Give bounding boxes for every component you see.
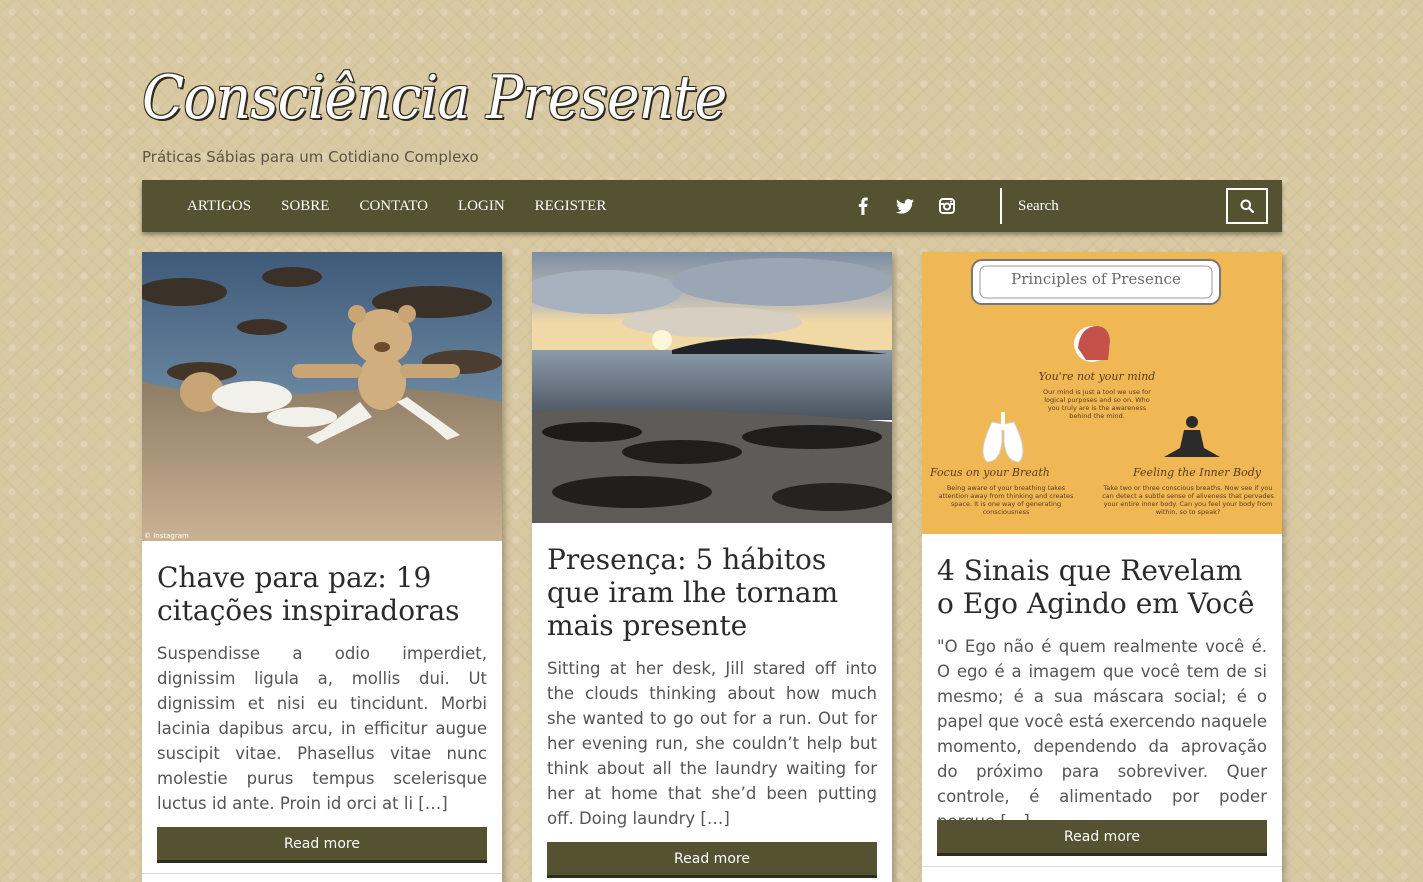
nav-divider [1000,188,1002,224]
post-excerpt: Sitting at her desk, Jill stared off int… [547,659,877,828]
infographic-mind-heading: You're not your mind [1038,370,1156,383]
facebook-icon[interactable] [852,195,874,217]
post-thumbnail-beach-sunset[interactable] [532,252,892,523]
read-more-button[interactable]: Read more [937,820,1267,856]
post-excerpt: Suspendisse a odio imperdiet, dignissim … [157,644,487,813]
main-navbar: ARTIGOS SOBRE CONTATO LOGIN REGISTER [142,180,1282,232]
nav-item-login[interactable]: LOGIN [458,198,505,215]
search-button[interactable] [1226,188,1268,224]
post-card: Principles of Presence You're not your m… [922,252,1282,882]
instagram-icon[interactable] [936,195,958,217]
post-card: Presença: 5 hábitos que iram lhe tornam … [532,252,892,882]
card-divider [142,873,502,874]
infographic-mind-text: Our mind is just a tool we use for logic… [1043,388,1151,420]
search-icon [1240,199,1254,213]
post-card: © Instagram Chave para paz: 19 citações … [142,252,502,882]
card-divider [922,866,1282,867]
nav-item-artigos[interactable]: ARTIGOS [187,198,251,215]
post-title[interactable]: Chave para paz: 19 citações inspiradoras [142,561,502,627]
post-thumbnail-infographic[interactable]: Principles of Presence You're not your m… [922,252,1282,534]
nav-item-register[interactable]: REGISTER [535,198,607,215]
infographic-body-heading: Feeling the Inner Body [1133,466,1261,479]
image-credit: © Instagram [144,532,189,540]
infographic-body-text: Take two or three conscious breaths. Now… [1102,484,1274,516]
nav-item-contato[interactable]: CONTATO [359,198,428,215]
post-thumbnail-teddy-bears[interactable]: © Instagram [142,252,502,541]
read-more-button[interactable]: Read more [157,827,487,863]
twitter-icon[interactable] [894,195,916,217]
site-tagline: Práticas Sábias para um Cotidiano Comple… [142,148,479,166]
site-header: Consciência Presente Práticas Sábias par… [142,58,742,166]
search-input[interactable] [1008,189,1226,223]
post-title[interactable]: Presença: 5 hábitos que iram lhe tornam … [532,543,892,642]
nav-item-sobre[interactable]: SOBRE [281,198,329,215]
social-links [842,180,968,232]
infographic-breath-text: Being aware of your breathing takes atte… [938,484,1074,516]
site-logo[interactable]: Consciência Presente [142,58,727,138]
post-title[interactable]: 4 Sinais que Revelam o Ego Agindo em Voc… [922,554,1282,620]
infographic-breath-heading: Focus on your Breath [930,466,1050,479]
nav-menu: ARTIGOS SOBRE CONTATO LOGIN REGISTER [172,180,621,232]
read-more-button[interactable]: Read more [547,842,877,878]
infographic-title: Principles of Presence [1011,270,1181,288]
post-excerpt: "O Ego não é quem realmente você é. O eg… [937,637,1267,831]
